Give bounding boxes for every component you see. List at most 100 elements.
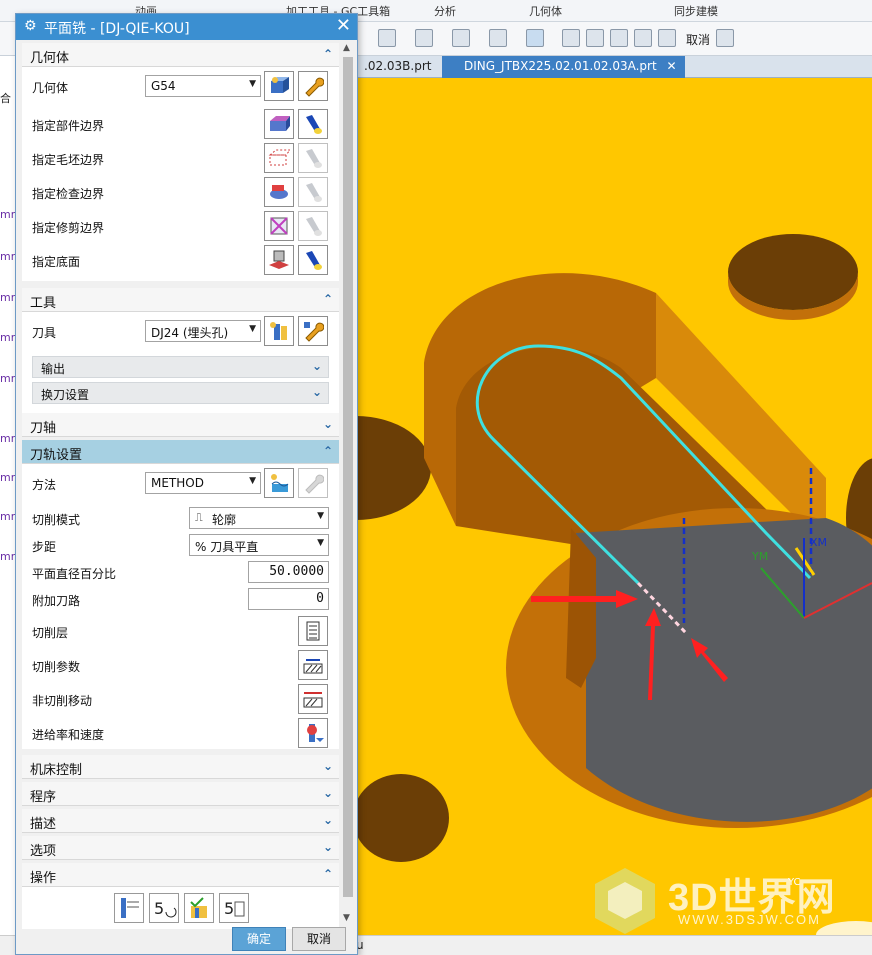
geometry-select[interactable]: G54 ▼ [145, 75, 261, 97]
subsection-output-header[interactable]: 输出 ⌄ [32, 356, 329, 378]
section-description-header[interactable]: 描述 ⌄ [22, 809, 339, 833]
section-geometry-header[interactable]: 几何体 ⌃ [22, 43, 339, 67]
dialog-scrollbar[interactable]: ▲ ▼ [340, 41, 356, 929]
section-program-header[interactable]: 程序 ⌄ [22, 782, 339, 806]
new-tool-button[interactable] [264, 316, 294, 346]
edit-tool-button[interactable] [298, 316, 328, 346]
flashlight-icon [306, 251, 322, 270]
dropdown-arrow-icon: ▼ [249, 79, 256, 89]
additional-passes-input[interactable]: 0 [248, 588, 329, 610]
new-method-icon [271, 474, 289, 492]
dropdown-arrow-icon: ▼ [317, 511, 324, 521]
stepover-select[interactable]: % 刀具平直 ▼ [189, 534, 329, 556]
frame-icon[interactable] [658, 29, 676, 47]
non-cutting-moves-icon [303, 692, 323, 708]
replay-button[interactable]: 5 [149, 893, 179, 923]
select-trim-boundary-button[interactable] [264, 211, 294, 241]
flat-diameter-percent-input[interactable]: 50.0000 [248, 561, 329, 583]
method-label: 方法 [32, 478, 57, 492]
nav-item[interactable]: 合 [0, 90, 11, 106]
tool-select-value: DJ24 (埋头孔) [151, 326, 229, 340]
selection-arrow-icon[interactable] [526, 29, 544, 47]
close-button[interactable]: ✕ [336, 15, 351, 36]
chevron-down-icon: ⌄ [322, 813, 333, 827]
cut-levels-button[interactable] [298, 616, 328, 646]
graphics-viewport[interactable]: YM XM YC [356, 78, 872, 935]
tab-part-b[interactable]: .02.03B.prt [356, 56, 439, 78]
new-method-button[interactable] [264, 468, 294, 498]
profile-pattern-icon: ⎍ [195, 511, 203, 524]
method-select[interactable]: METHOD ▼ [145, 472, 261, 494]
gear-icon: ⚙ [24, 18, 37, 34]
cut-parameters-label: 切削参数 [32, 660, 81, 674]
section-options-header[interactable]: 选项 ⌄ [22, 836, 339, 860]
svg-text:5: 5 [154, 899, 164, 918]
camera-icon[interactable] [634, 29, 652, 47]
verify-icon [190, 897, 207, 918]
subsection-tool-change-header[interactable]: 换刀设置 ⌄ [32, 382, 329, 404]
section-title: 机床控制 [30, 763, 83, 778]
cancel-button[interactable]: 取消 [292, 927, 346, 951]
replay-icon: 5 [154, 899, 177, 918]
cut-parameters-button[interactable] [298, 650, 328, 680]
section-actions-header[interactable]: 操作 ⌃ [22, 863, 339, 887]
ok-button[interactable]: 确定 [232, 927, 286, 951]
section-path-settings-body: 方法 METHOD ▼ 切削模式 ⎍ 轮廓 ▼ 步距 % 刀具平直 ▼ 平面直径… [22, 464, 339, 749]
feeds-speeds-button[interactable] [298, 718, 328, 748]
section-title: 刀轨设置 [30, 448, 83, 463]
edit-geometry-button[interactable] [298, 71, 328, 101]
chevron-down-icon: ⌄ [322, 417, 333, 431]
section-axis-header[interactable]: 刀轴 ⌄ [22, 413, 339, 437]
tab-part-a[interactable]: DING_JTBX225.02.01.02.03A.prt ✕ [442, 56, 685, 78]
snap-icon[interactable] [716, 29, 734, 47]
chevron-up-icon: ⌃ [322, 444, 333, 458]
ribbon-group-sync-modeling[interactable]: 同步建模 [674, 3, 718, 19]
window-dark-icon[interactable] [610, 29, 628, 47]
verify-button[interactable] [184, 893, 214, 923]
additional-passes-label: 附加刀路 [32, 594, 81, 608]
dialog-titlebar[interactable]: ⚙ 平面铣 - [DJ-QIE-KOU] ✕ [16, 14, 357, 40]
planar-mill-dialog: ⚙ 平面铣 - [DJ-QIE-KOU] ✕ 几何体 ⌃ 几何体 G54 ▼ 指… [15, 13, 358, 955]
select-part-boundary-button[interactable] [264, 109, 294, 139]
chevron-down-icon: ⌄ [322, 840, 333, 854]
pointer-icon[interactable] [562, 29, 580, 47]
dropdown-arrow-icon: ▼ [317, 538, 324, 548]
scroll-down-icon[interactable]: ▼ [343, 913, 350, 923]
check-boundary-label: 指定检查边界 [32, 187, 105, 201]
feeds-speeds-icon [307, 724, 324, 742]
display-part-boundary-button[interactable] [298, 109, 328, 139]
scroll-thumb[interactable] [343, 57, 353, 897]
scroll-up-icon[interactable]: ▲ [343, 43, 350, 53]
section-tool-header[interactable]: 工具 ⌃ [22, 288, 339, 312]
cut-pattern-select[interactable]: ⎍ 轮廓 ▼ [189, 507, 329, 529]
shade-icon[interactable] [415, 29, 433, 47]
tool-select[interactable]: DJ24 (埋头孔) ▼ [145, 320, 261, 342]
non-cutting-moves-button[interactable] [298, 684, 328, 714]
select-floor-button[interactable] [264, 245, 294, 275]
render-icon[interactable] [489, 29, 507, 47]
edit-method-button[interactable] [298, 468, 328, 498]
ribbon-group-analysis[interactable]: 分析 [434, 3, 456, 19]
new-geometry-button[interactable] [264, 71, 294, 101]
section-path-settings-header[interactable]: 刀轨设置 ⌃ [22, 440, 339, 464]
close-icon[interactable]: ✕ [667, 59, 677, 73]
window-icon[interactable] [586, 29, 604, 47]
list-button[interactable]: 5 [219, 893, 249, 923]
view-layout-icon[interactable] [378, 29, 396, 47]
section-machine-control-header[interactable]: 机床控制 ⌄ [22, 755, 339, 779]
select-check-boundary-button[interactable] [264, 177, 294, 207]
display-trim-boundary-button[interactable] [298, 211, 328, 241]
display-blank-boundary-button[interactable] [298, 143, 328, 173]
chevron-up-icon: ⌃ [322, 867, 333, 881]
ribbon-group-geometry[interactable]: 几何体 [529, 3, 562, 19]
select-blank-boundary-button[interactable] [264, 143, 294, 173]
toolbar-cancel[interactable]: 取消 [686, 31, 710, 48]
section-title: 刀轴 [30, 421, 57, 436]
chevron-down-icon: ⌄ [311, 385, 322, 399]
cut-parameters-icon [303, 659, 323, 674]
display-check-boundary-button[interactable] [298, 177, 328, 207]
generate-button[interactable] [114, 893, 144, 923]
stepover-label: 步距 [32, 540, 57, 554]
cube-icon[interactable] [452, 29, 470, 47]
display-floor-button[interactable] [298, 245, 328, 275]
